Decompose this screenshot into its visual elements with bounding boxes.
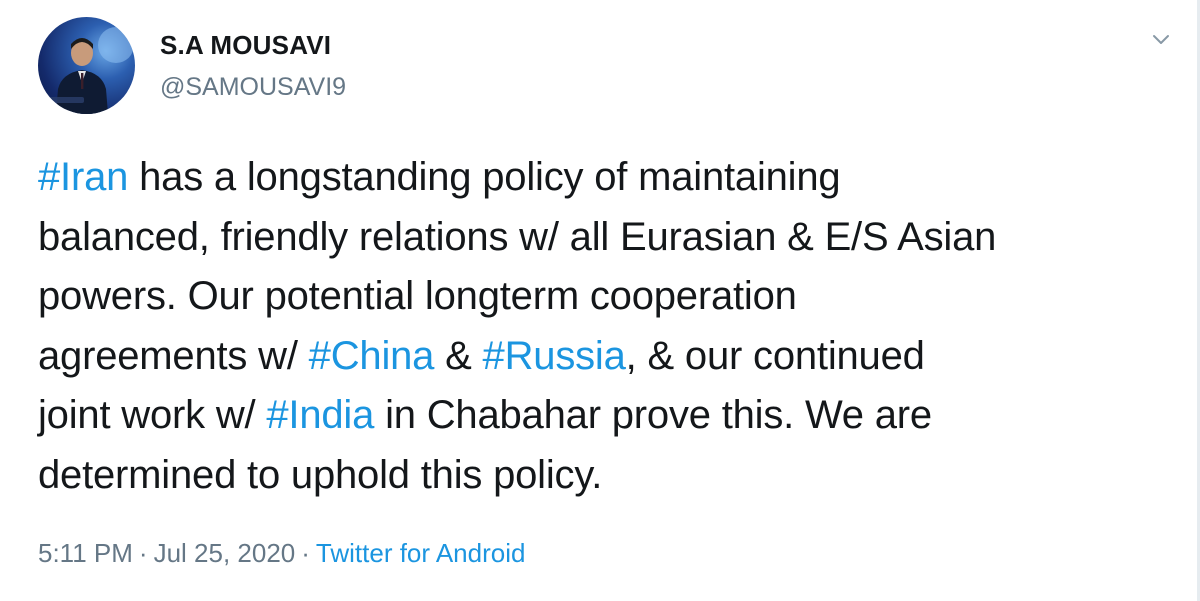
tweet-text-segment: & [434,333,483,378]
profile-photo [48,27,134,114]
meta-separator: · [301,538,310,568]
hashtag-link[interactable]: #China [309,334,435,378]
avatar[interactable] [38,17,135,114]
tweet-line: determined to uphold this policy. [38,446,1178,506]
tweet-text-segment: has a longstanding policy of maintaining [128,155,841,199]
tweet-line: balanced, friendly relations w/ all Eura… [38,208,1178,268]
tweet-card: S.A MOUSAVI @SAMOUSAVI9 #Iran has a long… [0,0,1200,601]
tweet-line: joint work w/ #India in Chabahar prove t… [38,386,1178,446]
author-name[interactable]: S.A MOUSAVI [160,30,331,61]
meta-separator: · [138,538,148,568]
tweet-text-segment: agreements w/ [38,333,309,378]
hashtag-link[interactable]: #Russia [483,334,626,378]
chevron-down-icon[interactable] [1148,30,1174,50]
tweet-text-segment: , & our continued [625,333,925,378]
tweet-time[interactable]: 5:11 PM [38,538,133,568]
hashtag-link[interactable]: #India [266,393,374,437]
tweet-line: agreements w/ #China & #Russia, & our co… [38,327,1178,387]
tweet-text-segment: determined to uphold this policy. [38,452,603,497]
tweet-line: #Iran has a longstanding policy of maint… [38,148,1178,208]
hashtag-link[interactable]: #Iran [38,155,128,199]
tweet-meta: 5:11 PM · Jul 25, 2020 · Twitter for Android [38,538,525,569]
tweet-text-segment: in Chabahar prove this. We are [374,393,932,437]
tweet-text: #Iran has a longstanding policy of maint… [38,148,1178,505]
tweet-source-link[interactable]: Twitter for Android [316,538,526,568]
tweet-date[interactable]: Jul 25, 2020 [154,538,296,568]
tweet-text-segment: balanced, friendly relations w/ all Eura… [38,214,997,259]
tweet-text-segment: powers. Our potential longterm cooperati… [38,274,797,318]
tweet-text-segment: joint work w/ [38,393,267,437]
author-handle[interactable]: @SAMOUSAVI9 [160,73,346,102]
tweet-line: powers. Our potential longterm cooperati… [38,267,1178,327]
